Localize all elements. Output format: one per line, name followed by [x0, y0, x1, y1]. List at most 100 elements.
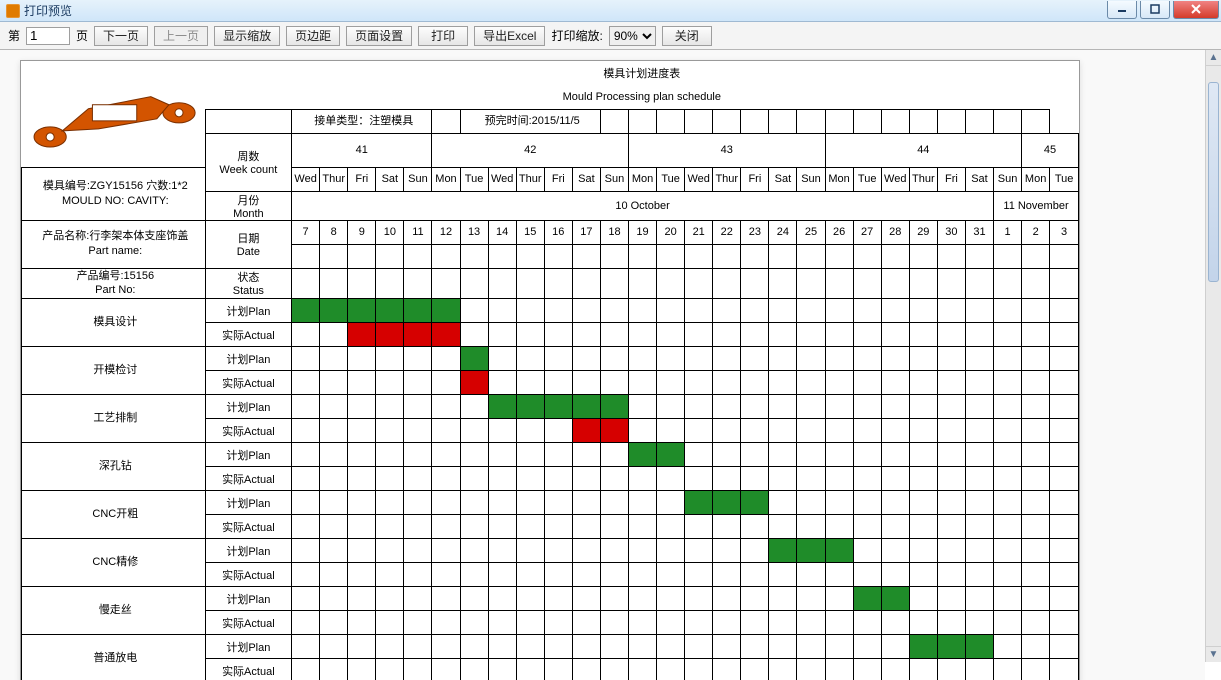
gantt-cell: [600, 611, 628, 635]
gantt-cell: [600, 515, 628, 539]
gantt-cell: [853, 491, 881, 515]
gantt-cell: [460, 635, 488, 659]
gantt-cell: [937, 491, 965, 515]
gantt-cell: [488, 515, 516, 539]
gantt-cell: [685, 347, 713, 371]
gantt-cell: [516, 347, 544, 371]
gantt-cell: [488, 587, 516, 611]
gantt-cell: [320, 395, 348, 419]
gantt-cell: [348, 587, 376, 611]
window-controls: [1104, 1, 1219, 21]
gantt-cell: [432, 539, 460, 563]
week-44: 44: [825, 133, 1022, 167]
gantt-cell: [881, 419, 909, 443]
dow-cell: Sat: [965, 167, 993, 191]
gantt-cell: [432, 587, 460, 611]
plan-label: 计划Plan: [205, 635, 291, 659]
gantt-cell: [629, 539, 657, 563]
gantt-cell: [572, 563, 600, 587]
gantt-cell: [348, 515, 376, 539]
export-excel-button[interactable]: 导出Excel: [474, 26, 545, 46]
gantt-cell: [965, 323, 993, 347]
margins-button[interactable]: 页边距: [286, 26, 340, 46]
gantt-cell: [853, 563, 881, 587]
gantt-cell: [994, 467, 1022, 491]
gantt-cell: [404, 371, 432, 395]
gantt-cell: [348, 347, 376, 371]
close-button[interactable]: 关闭: [662, 26, 712, 46]
page-setup-button[interactable]: 页面设置: [346, 26, 412, 46]
date-cell: 26: [825, 220, 853, 244]
task-name: CNC精修: [22, 539, 206, 587]
gantt-cell: [629, 515, 657, 539]
gantt-cell: [376, 299, 404, 323]
gantt-cell: [292, 419, 320, 443]
gantt-cell: [432, 347, 460, 371]
show-zoom-button[interactable]: 显示缩放: [214, 26, 280, 46]
gantt-cell: [488, 323, 516, 347]
page-input[interactable]: [26, 27, 70, 45]
gantt-cell: [685, 443, 713, 467]
part-no: 产品编号:15156Part No:: [22, 268, 206, 299]
minimize-button[interactable]: [1107, 1, 1137, 19]
task-name: 慢走丝: [22, 587, 206, 635]
gantt-cell: [544, 395, 572, 419]
task-name: 深孔钻: [22, 443, 206, 491]
prev-page-button[interactable]: 上一页: [154, 26, 208, 46]
gantt-cell: [544, 323, 572, 347]
month-nov: 11 November: [994, 191, 1079, 220]
gantt-cell: [965, 611, 993, 635]
gantt-cell: [572, 395, 600, 419]
month-oct: 10 October: [292, 191, 994, 220]
zoom-select[interactable]: 90%: [609, 26, 656, 46]
scroll-thumb[interactable]: [1208, 82, 1219, 282]
gantt-cell: [713, 419, 741, 443]
gantt-cell: [460, 659, 488, 680]
gantt-cell: [909, 515, 937, 539]
gantt-cell: [965, 467, 993, 491]
gantt-cell: [292, 539, 320, 563]
date-cell: 8: [320, 220, 348, 244]
next-page-button[interactable]: 下一页: [94, 26, 148, 46]
date-cell: 23: [741, 220, 769, 244]
vertical-scrollbar[interactable]: ▲ ▼: [1205, 50, 1221, 662]
gantt-cell: [376, 443, 404, 467]
week-label: 周数Week count: [205, 133, 291, 191]
gantt-cell: [909, 587, 937, 611]
date-cell: 30: [937, 220, 965, 244]
gantt-cell: [685, 491, 713, 515]
gantt-cell: [488, 611, 516, 635]
gantt-cell: [825, 491, 853, 515]
gantt-cell: [516, 563, 544, 587]
gantt-cell: [404, 563, 432, 587]
gantt-cell: [657, 587, 685, 611]
gantt-cell: [881, 659, 909, 680]
gantt-cell: [881, 443, 909, 467]
print-button[interactable]: 打印: [418, 26, 468, 46]
gantt-cell: [909, 563, 937, 587]
gantt-cell: [629, 491, 657, 515]
gantt-cell: [881, 563, 909, 587]
gantt-cell: [488, 467, 516, 491]
gantt-cell: [600, 563, 628, 587]
gantt-cell: [797, 635, 825, 659]
gantt-cell: [460, 467, 488, 491]
gantt-cell: [909, 323, 937, 347]
gantt-cell: [1022, 611, 1050, 635]
gantt-cell: [1050, 659, 1079, 680]
date-cell: 27: [853, 220, 881, 244]
gantt-cell: [937, 323, 965, 347]
gantt-cell: [881, 515, 909, 539]
dow-cell: Sat: [769, 167, 797, 191]
week-41: 41: [292, 133, 432, 167]
app-icon: [6, 4, 20, 18]
gantt-cell: [600, 635, 628, 659]
gantt-cell: [404, 659, 432, 680]
gantt-cell: [881, 299, 909, 323]
order-type: 接单类型：注塑模具: [292, 109, 432, 133]
close-window-button[interactable]: [1173, 1, 1219, 19]
gantt-cell: [713, 563, 741, 587]
maximize-button[interactable]: [1140, 1, 1170, 19]
date-cell: 17: [572, 220, 600, 244]
gantt-cell: [741, 491, 769, 515]
